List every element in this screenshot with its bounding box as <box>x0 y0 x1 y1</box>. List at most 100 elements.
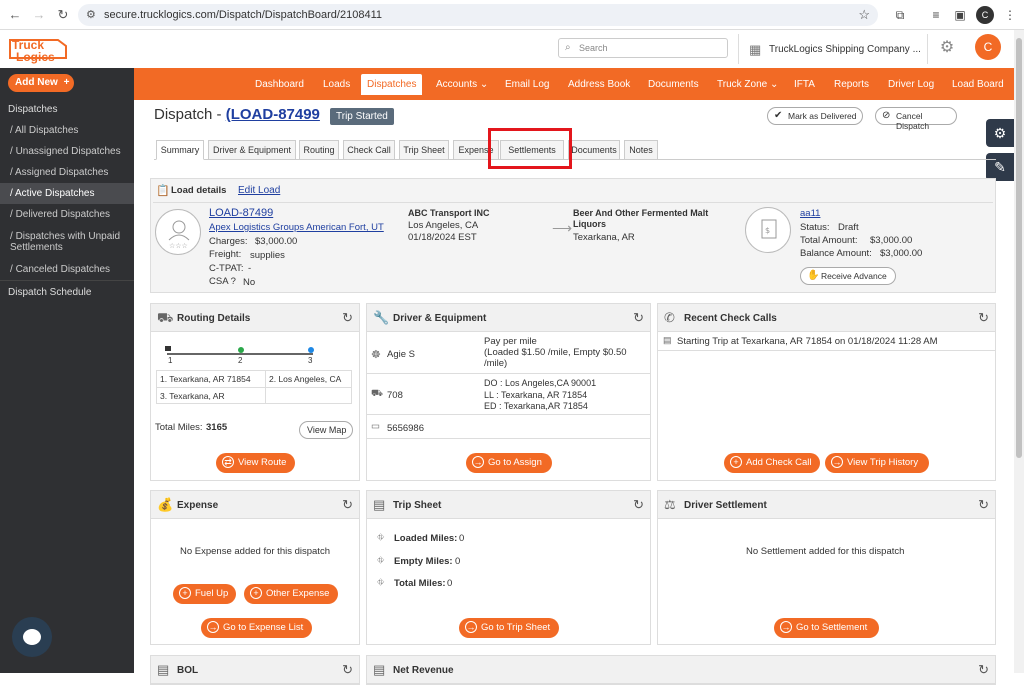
tab-documents[interactable]: Documents <box>568 140 620 160</box>
cancel-dispatch-button[interactable]: ⊘ Cancel Dispatch <box>875 107 957 131</box>
sidebar-item-canceled[interactable]: / Canceled Dispatches <box>0 259 134 280</box>
tab-check-call[interactable]: Check Call <box>343 140 395 160</box>
load-id-link[interactable]: LOAD-87499 <box>209 207 273 219</box>
invoice-status-label: Status: <box>800 222 830 233</box>
view-trip-history-button[interactable]: → View Trip History <box>825 453 929 473</box>
company-selector[interactable]: ▦ TruckLogics Shipping Company ... <box>738 34 928 64</box>
check-calls-title: Recent Check Calls <box>684 313 777 324</box>
extensions-icon[interactable]: ⧉ <box>892 7 908 23</box>
route-line <box>165 346 314 355</box>
tab-trip-sheet[interactable]: Trip Sheet <box>399 140 449 160</box>
sidebar-item-delivered[interactable]: / Delivered Dispatches <box>0 204 134 225</box>
nav-loads[interactable]: Loads <box>323 79 350 90</box>
sidebar-item-schedule[interactable]: Dispatch Schedule <box>0 280 134 302</box>
back-icon[interactable]: ← <box>6 6 24 24</box>
chat-widget-icon[interactable] <box>12 617 52 657</box>
sidepanel-icon[interactable]: ▣ <box>952 7 968 23</box>
scroll-thumb[interactable] <box>1016 38 1022 458</box>
nav-dispatches[interactable]: Dispatches <box>361 74 423 95</box>
sidebar-item-unpaid-settlements[interactable]: / Dispatches with Unpaid Settlements <box>0 227 134 259</box>
customer-link[interactable]: Apex Logistics Groups American Fort, UT <box>209 222 384 233</box>
add-new-button[interactable]: Add New + <box>8 74 74 92</box>
menu-icon[interactable]: ⋮ <box>1002 7 1018 23</box>
nav-email-log[interactable]: Email Log <box>505 79 549 90</box>
view-route-button[interactable]: ⇄ View Route <box>216 453 295 473</box>
nav-ifta[interactable]: IFTA <box>794 79 815 90</box>
mark-delivered-button[interactable]: ✔ Mark as Delivered <box>767 107 863 125</box>
browser-profile-icon[interactable]: C <box>976 6 994 24</box>
page-scrollbar[interactable] <box>1014 30 1024 673</box>
stop-2: 2 <box>238 356 243 365</box>
fuel-up-button[interactable]: + Fuel Up <box>173 584 236 604</box>
truck-icon: ⛟ <box>371 388 383 399</box>
go-to-assign-button[interactable]: → Go to Assign <box>466 453 552 473</box>
nav-truck-zone[interactable]: Truck Zone ⌄ <box>717 79 778 90</box>
tab-routing[interactable]: Routing <box>299 140 339 160</box>
go-to-settlement-button[interactable]: → Go to Settlement <box>774 618 879 638</box>
sidebar-item-active[interactable]: / Active Dispatches <box>0 183 134 204</box>
road-icon: ⛗ <box>377 555 385 565</box>
go-to-trip-sheet-button[interactable]: → Go to Trip Sheet <box>459 618 559 638</box>
trucklogics-logo[interactable]: Truck Logics <box>8 36 78 64</box>
route-stop-cell: 3. Texarkana, AR <box>160 391 225 401</box>
nav-reports[interactable]: Reports <box>834 79 869 90</box>
refresh-icon[interactable]: ↻ <box>633 310 644 326</box>
revenue-icon: ▤ <box>373 662 386 677</box>
refresh-icon[interactable]: ↻ <box>978 662 989 678</box>
ctpat-value: - <box>248 263 252 274</box>
page-title: Dispatch - (LOAD-87499 <box>154 106 320 123</box>
clipboard-icon: 📋 <box>156 185 170 197</box>
bookmark-star-icon[interactable]: ☆ <box>858 7 870 23</box>
invoice-status: Draft <box>838 222 859 233</box>
arrow-right-icon: ⟶ <box>552 220 573 236</box>
nav-accounts[interactable]: Accounts ⌄ <box>436 79 488 90</box>
load-link[interactable]: (LOAD-87499 <box>226 106 320 123</box>
load-details-panel: 📋 Load details Edit Load ☆☆☆ LOAD-87499 … <box>150 178 996 293</box>
sidebar-item-assigned[interactable]: / Assigned Dispatches <box>0 162 134 183</box>
nav-load-board[interactable]: Load Board <box>952 79 1004 90</box>
nav-dashboard[interactable]: Dashboard <box>255 79 304 90</box>
go-to-expense-list-button[interactable]: → Go to Expense List <box>201 618 312 638</box>
refresh-icon[interactable]: ↻ <box>342 662 353 678</box>
refresh-icon[interactable]: ↻ <box>978 497 989 513</box>
nav-address-book[interactable]: Address Book <box>568 79 630 90</box>
search-input[interactable]: ⌕ Search <box>558 38 728 58</box>
refresh-icon[interactable]: ↻ <box>342 497 353 513</box>
reload-icon[interactable]: ↻ <box>54 6 72 24</box>
forward-icon[interactable]: → <box>30 6 48 24</box>
receive-advance-button[interactable]: ✋ Receive Advance <box>800 267 896 285</box>
media-icon[interactable]: ≡ <box>928 7 944 23</box>
phone-icon: ✆ <box>664 310 675 325</box>
sidebar-item-unassigned[interactable]: / Unassigned Dispatches <box>0 141 134 162</box>
refresh-icon[interactable]: ↻ <box>342 310 353 326</box>
load-date: 01/18/2024 EST <box>408 232 477 243</box>
browser-toolbar: ← → ↻ ⚙ secure.trucklogics.com/Dispatch/… <box>0 0 1024 30</box>
refresh-icon[interactable]: ↻ <box>978 310 989 326</box>
address-bar[interactable]: ⚙ secure.trucklogics.com/Dispatch/Dispat… <box>78 4 878 26</box>
freight-value: supplies <box>250 250 285 261</box>
truck-number: 708 <box>387 390 403 401</box>
check-circle-icon: ✔ <box>774 110 783 121</box>
edit-load-link[interactable]: Edit Load <box>238 185 280 196</box>
invoice-link[interactable]: aa11 <box>800 208 820 219</box>
total-amount-label: Total Amount: <box>800 235 858 246</box>
view-map-button[interactable]: View Map <box>299 421 353 439</box>
nav-driver-log[interactable]: Driver Log <box>888 79 934 90</box>
sidebar-item-all-dispatches[interactable]: / All Dispatches <box>0 120 134 141</box>
refresh-icon[interactable]: ↻ <box>633 497 644 513</box>
nav-documents[interactable]: Documents <box>648 79 699 90</box>
tab-summary[interactable]: Summary <box>156 140 204 160</box>
money-bag-icon: 💰 <box>157 497 174 512</box>
user-avatar[interactable]: C <box>975 34 1001 60</box>
total-miles-label: Total Miles: <box>155 422 203 433</box>
tab-notes[interactable]: Notes <box>624 140 658 160</box>
settings-gear-icon[interactable]: ⚙ <box>938 39 956 57</box>
site-settings-icon[interactable]: ⚙ <box>86 8 96 21</box>
sidebar-section-dispatches[interactable]: Dispatches <box>0 104 134 115</box>
other-expense-button[interactable]: + Other Expense <box>244 584 338 604</box>
road-icon: ⛗ <box>377 577 385 587</box>
tab-driver-equipment[interactable]: Driver & Equipment <box>208 140 296 160</box>
search-icon: ⌕ <box>565 42 571 53</box>
bol-icon: ▤ <box>157 662 170 677</box>
add-check-call-button[interactable]: + Add Check Call <box>724 453 820 473</box>
